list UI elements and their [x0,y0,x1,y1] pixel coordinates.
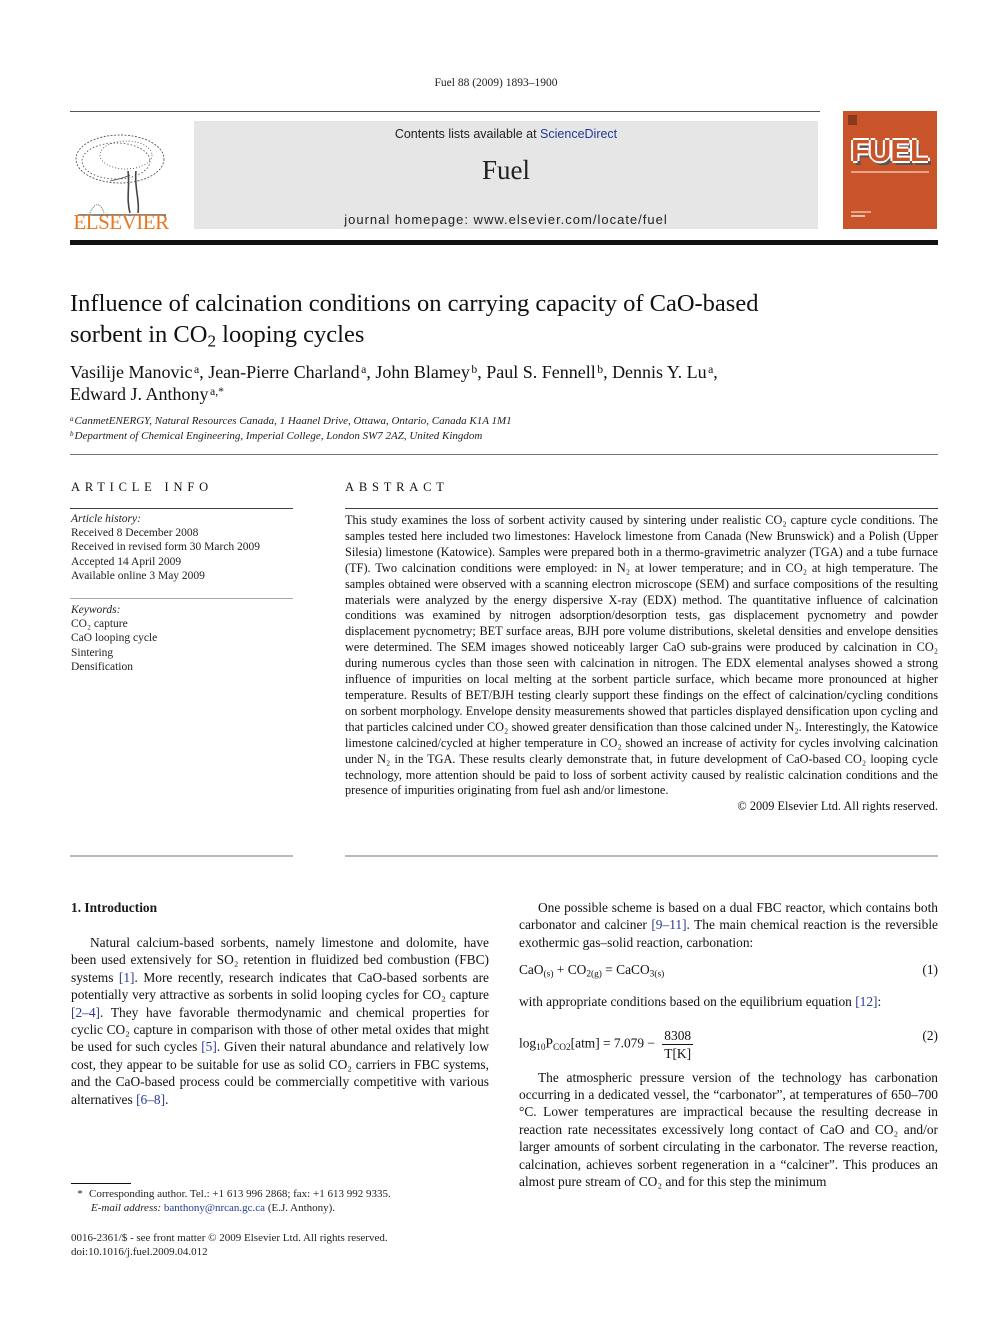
keywords-label: Keywords: [71,604,121,616]
divider [70,598,293,599]
text-run: . More recently, research indicates that… [71,969,489,1003]
article-history: Article history: Received 8 December 200… [71,512,293,583]
affiliation: a CanmetENERGY, Natural Resources Canada… [70,414,512,427]
email-link[interactable]: banthony@nrcan.gc.ca [164,1202,265,1214]
title-line-1: Influence of calcination conditions on c… [70,290,759,317]
abstract-text: This study examines the loss of sorbent … [345,513,938,798]
equation-2: log10PCO2[atm] = 7.079 − 8308 T[K] (2) [519,1015,938,1061]
elsevier-wordmark: ELSEVIER [73,210,169,234]
journal-cover-image: FUEL [843,111,937,229]
title-line-2-end: looping cycles [216,321,365,348]
citation-link[interactable]: [6–8] [136,1092,165,1107]
abstract-body: This study examines the loss of sorbent … [345,513,938,815]
affiliation: b Department of Chemical Engineering, Im… [70,429,483,442]
divider [70,855,293,857]
keyword: CO₂ capture [71,618,128,631]
article-info-heading: ARTICLE INFO [71,480,213,494]
keyword: Densification [71,660,133,673]
history-online: Available online 3 May 2009 [71,569,205,582]
header-divider [70,240,938,245]
history-label: Article history: [71,513,141,525]
cover-publisher-line [851,211,871,213]
paragraph: with appropriate conditions based on the… [519,993,938,1010]
citation-link[interactable]: [9–11] [651,917,686,932]
footnote-marker: * [77,1188,83,1200]
text-run: : [877,994,882,1010]
divider [345,855,938,857]
email-label: E-mail address: [91,1202,162,1214]
equation-number: (1) [922,962,938,978]
author[interactable]: Paul S. Fennell b [486,362,603,382]
journal-homepage[interactable]: journal homepage: www.elsevier.com/locat… [194,212,818,227]
divider [70,454,938,455]
equation-2-body: log10PCO2[atm] = 7.079 − 8308 T[K] [519,1027,694,1061]
citation-link[interactable]: [1] [119,970,135,985]
cover-title: FUEL [851,133,929,168]
email-suffix: (E.J. Anthony). [265,1202,336,1214]
sciencedirect-link[interactable]: ScienceDirect [540,127,617,141]
author-list: Vasilije Manovic a, Jean-Pierre Charland… [70,362,718,404]
title-subscript: 2 [207,331,217,351]
equation-1: CaO(s) + CO2(g) = CaCO3(s) (1) [519,955,938,985]
affiliations: a CanmetENERGY, Natural Resources Canada… [70,414,870,444]
text-run: with appropriate conditions based on the… [519,994,856,1010]
issn-line: 0016-2361/$ - see front matter © 2009 El… [71,1232,388,1244]
author[interactable]: Dennis Y. Lu a [612,362,713,382]
divider [345,508,938,509]
contents-available-line: Contents lists available at ScienceDirec… [194,127,818,141]
cover-subtitle-line [851,171,929,173]
abstract-heading: ABSTRACT [345,480,449,494]
author[interactable]: John Blamey b [375,362,477,382]
divider [70,508,293,509]
front-matter: 0016-2361/$ - see front matter © 2009 El… [71,1231,501,1259]
paragraph: One possible scheme is based on a dual F… [519,899,938,951]
elsevier-mini-logo-icon [848,115,857,125]
author[interactable]: Jean-Pierre Charland a [208,362,366,382]
body-column-left: Natural calcium-based sorbents, namely l… [71,934,489,1108]
citation-link[interactable]: [2–4] [71,1005,100,1020]
journal-title: Fuel [481,155,530,185]
journal-citation: Fuel 88 (2009) 1893–1900 [434,77,558,89]
body-column-right: One possible scheme is based on a dual F… [519,899,938,1190]
contents-prefix: Contents lists available at [394,127,541,141]
author[interactable]: Edward J. Anthony a,* [70,384,224,404]
journal-masthead: Contents lists available at ScienceDirec… [194,121,818,229]
citation-link[interactable]: [12] [855,994,877,1009]
keyword: CaO looping cycle [71,632,158,645]
paragraph: The atmospheric pressure version of the … [519,1069,938,1190]
fraction-denominator: T[K] [664,1045,692,1061]
fraction-numerator: 8308 [662,1027,694,1045]
footnote-divider [71,1183,131,1184]
citation-link[interactable]: [5] [201,1039,217,1054]
section-heading-introduction: 1. Introduction [71,900,158,915]
keywords: Keywords: CO₂ capture CaO looping cycle … [71,603,293,674]
paragraph: Natural calcium-based sorbents, namely l… [71,934,489,1108]
history-accepted: Accepted 14 April 2009 [71,555,182,568]
article-title: Influence of calcination conditions on c… [70,288,830,350]
history-revised: Received in revised form 30 March 2009 [71,541,261,554]
title-line-2: sorbent in CO [70,321,208,348]
equation-number: (2) [922,1027,938,1043]
doi[interactable]: doi:10.1016/j.fuel.2009.04.012 [71,1245,501,1259]
cover-publisher-line [851,215,865,217]
text-run: . [165,1091,169,1107]
corresponding-author-footnote: * Corresponding author. Tel.: +1 613 996 … [71,1187,501,1215]
copyright-notice: © 2009 Elsevier Ltd. All rights reserved… [737,799,938,814]
keyword: Sintering [71,646,114,659]
divider [70,111,820,112]
author[interactable]: Vasilije Manovic a [70,362,199,382]
equation-1-body: CaO(s) + CO2(g) = CaCO3(s) [519,962,665,980]
history-received: Received 8 December 2008 [71,527,199,540]
footnote-contact: Corresponding author. Tel.: +1 613 996 2… [89,1188,391,1200]
